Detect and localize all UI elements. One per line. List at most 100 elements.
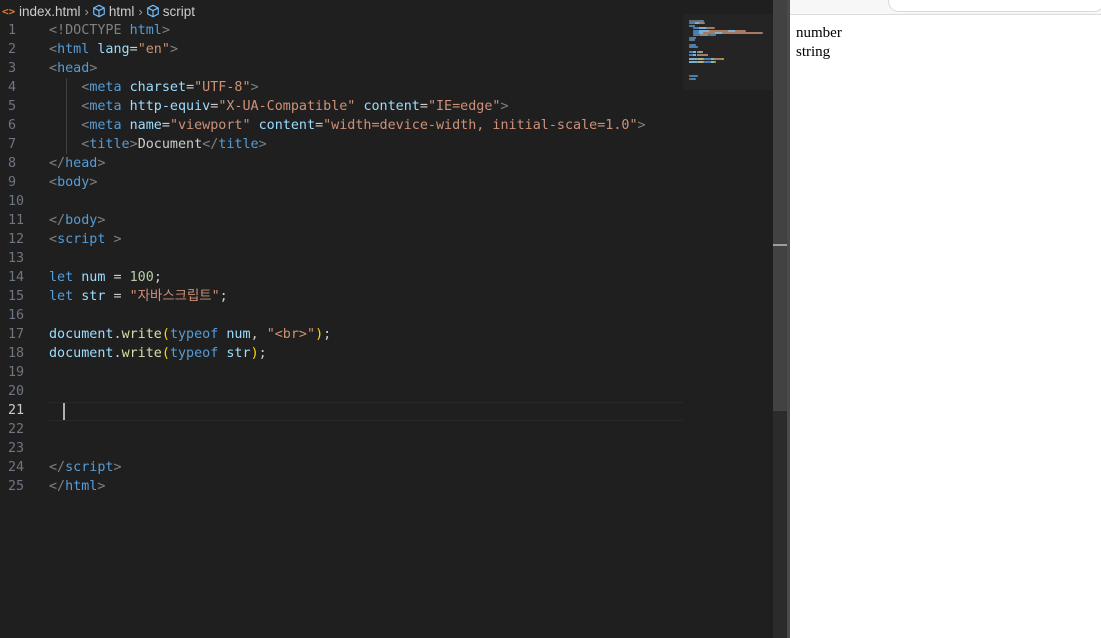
code-line[interactable]: <!DOCTYPE html> bbox=[49, 21, 683, 40]
code-line[interactable]: <html lang="en"> bbox=[49, 40, 683, 59]
code-token: > bbox=[169, 42, 178, 57]
code-token: "<br>" bbox=[266, 327, 316, 342]
line-number: 2 bbox=[8, 42, 17, 57]
code-token: "IE=edge" bbox=[427, 99, 501, 114]
code-token: document bbox=[49, 346, 114, 361]
code-token: head bbox=[57, 61, 90, 76]
code-line[interactable] bbox=[49, 401, 683, 420]
code-line[interactable]: <meta http-equiv = "X-UA-Compatible" conte… bbox=[49, 97, 683, 116]
minimap-token bbox=[762, 32, 763, 34]
code-token: num bbox=[226, 327, 251, 342]
code-line[interactable]: </html> bbox=[49, 477, 683, 496]
line-number: 4 bbox=[8, 80, 17, 95]
code-token: = bbox=[129, 42, 138, 57]
minimap-token bbox=[697, 75, 698, 78]
line-number-gutter: 1 2 3 4 5 6 7 8 9 10 11 12 13 14 15 16 17 18 19 20 21 22 23 24 2… bbox=[0, 21, 40, 496]
code-token: title bbox=[218, 137, 259, 152]
code-line[interactable]: </script> bbox=[49, 458, 683, 477]
code-token: "UTF-8" bbox=[194, 80, 251, 95]
code-token: head bbox=[65, 156, 98, 171]
minimap[interactable] bbox=[683, 14, 773, 90]
breadcrumb-script-label: script bbox=[162, 3, 195, 19]
code-token: let bbox=[49, 270, 82, 285]
code-token: </ bbox=[49, 479, 66, 494]
minimap-token bbox=[694, 39, 695, 42]
breadcrumb-html-label: html bbox=[108, 3, 135, 19]
code-token: > bbox=[161, 23, 170, 38]
breadcrumb-html[interactable]: html bbox=[92, 3, 135, 19]
output-line: string bbox=[796, 44, 831, 60]
code-token: > bbox=[89, 175, 98, 190]
line-number: 5 bbox=[8, 99, 17, 114]
code-token: ) bbox=[250, 346, 259, 361]
minimap-token bbox=[695, 36, 696, 39]
minimap-token bbox=[715, 34, 716, 37]
code-line[interactable]: document.write(typeof num, "<br>"); bbox=[49, 325, 683, 344]
scrollbar-thumb[interactable] bbox=[773, 0, 787, 411]
code-token: ( bbox=[161, 346, 170, 361]
code-editor[interactable]: <> index.html › html › script 1234567891… bbox=[0, 0, 787, 638]
code-line[interactable]: </head> bbox=[49, 154, 683, 173]
line-number: 6 bbox=[8, 118, 17, 133]
breadcrumb-file[interactable]: <> index.html bbox=[0, 4, 81, 19]
code-line[interactable] bbox=[49, 249, 683, 268]
code-line[interactable]: document.write(typeof str); bbox=[49, 344, 683, 363]
code-token: < bbox=[49, 232, 58, 247]
code-token: </ bbox=[49, 156, 66, 171]
code-token: < bbox=[49, 175, 58, 190]
code-line[interactable]: let str = "자바스크립트"; bbox=[49, 287, 683, 306]
code-line[interactable] bbox=[49, 382, 683, 401]
code-token: script bbox=[65, 460, 114, 475]
code-token: , bbox=[250, 327, 267, 342]
code-line[interactable] bbox=[49, 363, 683, 382]
line-number: 22 bbox=[8, 422, 25, 437]
code-token: typeof bbox=[169, 346, 227, 361]
code-token: document bbox=[49, 327, 114, 342]
code-line[interactable]: <title>Document</title> bbox=[49, 135, 683, 154]
code-token: body bbox=[65, 213, 98, 228]
code-line[interactable] bbox=[49, 420, 683, 439]
line-number: 20 bbox=[8, 384, 25, 399]
url-input[interactable] bbox=[888, 0, 1101, 12]
code-line[interactable]: <meta name="viewport" content="width=dev… bbox=[49, 116, 683, 135]
code-token: ; bbox=[258, 346, 267, 361]
code-token: typeof bbox=[169, 327, 227, 342]
code-line[interactable]: <script > bbox=[49, 230, 683, 249]
code-line[interactable]: let num = 100; bbox=[49, 268, 683, 287]
code-token: </ bbox=[49, 460, 66, 475]
code-line[interactable] bbox=[49, 306, 683, 325]
code-token: < bbox=[49, 118, 90, 133]
line-number: 19 bbox=[8, 365, 25, 380]
code-token: "viewport" bbox=[169, 118, 259, 133]
code-token: let bbox=[49, 289, 82, 304]
code-token: charset bbox=[129, 80, 187, 95]
code-line[interactable] bbox=[49, 192, 683, 211]
minimap-token bbox=[715, 32, 722, 34]
code-line[interactable]: <head> bbox=[49, 59, 683, 78]
code-line[interactable]: <body> bbox=[49, 173, 683, 192]
code-area[interactable]: <!DOCTYPE html> <html lang="en"> <head> <m… bbox=[49, 21, 683, 496]
breadcrumb-file-label: index.html bbox=[19, 3, 81, 19]
code-token: = bbox=[161, 118, 170, 133]
line-number: 21 bbox=[8, 403, 25, 418]
code-token: write bbox=[121, 346, 162, 361]
code-token: write bbox=[121, 327, 162, 342]
code-token: > bbox=[113, 232, 122, 247]
code-token: < bbox=[49, 80, 90, 95]
code-line[interactable]: </body> bbox=[49, 211, 683, 230]
breadcrumb-script[interactable]: script bbox=[146, 4, 195, 19]
code-token: = bbox=[186, 80, 195, 95]
address-bar bbox=[790, 0, 1101, 15]
code-token: html bbox=[57, 42, 98, 57]
code-line[interactable] bbox=[49, 439, 683, 458]
code-token: > bbox=[250, 80, 259, 95]
code-line[interactable]: <meta charset="UTF-8"> bbox=[49, 78, 683, 97]
code-token: ( bbox=[161, 327, 170, 342]
code-token: . bbox=[113, 346, 122, 361]
minimap-token bbox=[689, 60, 697, 63]
code-token: <!DOCTYPE bbox=[49, 23, 130, 38]
minimap-token bbox=[693, 53, 696, 56]
page-output: number string bbox=[796, 24, 842, 62]
line-number: 7 bbox=[8, 137, 17, 152]
minimap-token bbox=[699, 53, 707, 56]
